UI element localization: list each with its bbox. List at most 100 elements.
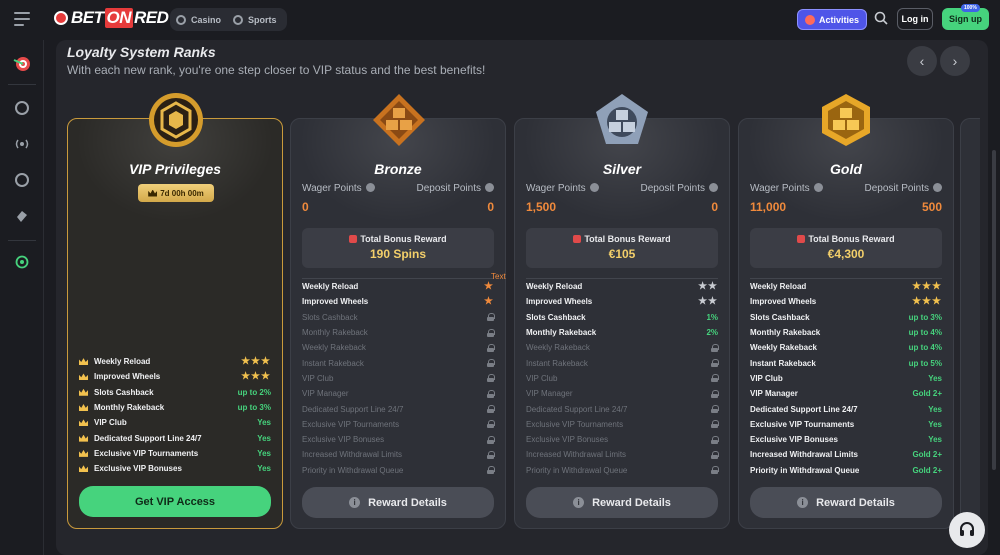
feature-row: Instant Rakeback (302, 355, 495, 370)
feature-name: Monthly Rakeback (526, 328, 597, 338)
search-icon[interactable] (874, 11, 888, 25)
feature-row: VIP Manager (302, 386, 495, 401)
rank-name: Silver (602, 161, 642, 177)
sidebar-promo-icon[interactable] (12, 252, 32, 272)
rank-card-gold: Gold Wager Points Deposit Points 11,000 500 T… (738, 118, 954, 529)
rank-name: Gold (830, 161, 862, 177)
sidebar-activities-icon[interactable] (12, 54, 32, 74)
feature-name: Exclusive VIP Bonuses (302, 435, 385, 445)
info-icon: i (797, 497, 809, 508)
logo-text-red: RED (134, 8, 169, 27)
feature-name: Monthly Rakeback (79, 403, 164, 412)
deposit-points-value: 0 (711, 200, 718, 214)
feature-row: Exclusive VIP Bonuses Yes (750, 432, 942, 447)
total-bonus-title: Total Bonus Reward (750, 234, 942, 244)
login-button[interactable]: Log in (897, 8, 933, 30)
feature-value: Yes (928, 419, 942, 429)
vip-timer-badge: 7d 00h 00m (138, 184, 214, 202)
deposit-points-value: 500 (921, 200, 942, 214)
wager-points-text: Wager Points (750, 183, 810, 194)
feature-list: Weekly Reload ★★ Improved Wheels ★★ Slots Ca… (526, 279, 719, 478)
feature-name-text: Weekly Reload (94, 357, 151, 367)
feature-name: Improved Wheels (79, 372, 160, 381)
star-rating: ★★★ (241, 356, 271, 368)
crown-icon (148, 189, 158, 197)
feature-name: Slots Cashback (750, 312, 810, 322)
reward-details-button[interactable]: i Reward Details (302, 487, 494, 518)
text-tag: Text (491, 272, 506, 281)
lock-icon (487, 466, 495, 475)
lock-icon (711, 420, 719, 429)
total-bonus-title: Total Bonus Reward (302, 234, 494, 244)
wager-points-text: Wager Points (526, 183, 586, 194)
headset-icon (960, 522, 974, 536)
info-icon[interactable] (709, 183, 718, 192)
feature-value: up to 4% (908, 328, 942, 338)
scrollbar[interactable] (992, 150, 996, 470)
sidebar-casino-icon[interactable] (12, 98, 32, 118)
feature-name-text: Dedicated Support Line 24/7 (94, 433, 202, 443)
rank-name: Bronze (374, 161, 422, 177)
feature-row: Weekly Rakeback (302, 340, 495, 355)
feature-row: Slots Cashback 1% (526, 310, 718, 325)
info-icon[interactable] (933, 183, 942, 192)
feature-name: Exclusive VIP Bonuses (79, 464, 182, 473)
nav-casino[interactable]: Casino (176, 14, 221, 25)
support-chat-button[interactable] (949, 512, 985, 548)
info-icon[interactable] (485, 183, 494, 192)
sidebar-live-icon[interactable] (12, 134, 32, 154)
sidebar-divider (8, 240, 36, 241)
rank-card-silver: Silver Wager Points Deposit Points 1,500 0 To… (514, 118, 730, 529)
nav-sports[interactable]: Sports (233, 14, 277, 25)
total-bonus-value: 190 Spins (369, 247, 427, 261)
info-icon[interactable] (813, 183, 823, 192)
deposit-points-value: 0 (487, 200, 494, 214)
feature-value: up to 5% (908, 358, 942, 368)
feature-name: Weekly Reload (79, 357, 150, 366)
feature-row: Improved Wheels ★★★ (750, 294, 942, 309)
silver-emblem-icon (596, 94, 648, 144)
feature-name: VIP Club (302, 373, 334, 383)
total-bonus-value: €4,300 (827, 247, 865, 261)
feature-name: Weekly Reload (302, 282, 359, 292)
feature-name: Monthly Rakeback (302, 328, 368, 338)
reward-details-button[interactable]: i Reward Details (750, 487, 942, 518)
rank-card-next-partial (960, 118, 980, 529)
star-rating: ★★ (698, 281, 718, 293)
feature-name-text: Improved Wheels (94, 372, 161, 382)
nav-sports-label: Sports (248, 14, 277, 25)
sports-icon (233, 14, 244, 25)
reward-details-button[interactable]: i Reward Details (526, 487, 718, 518)
lock-icon (711, 466, 719, 475)
feature-value: up to 2% (237, 387, 271, 397)
sidebar-esports-icon[interactable] (12, 206, 32, 226)
prev-arrow-button[interactable]: ‹ (907, 46, 937, 76)
feature-row: VIP Club (302, 371, 495, 386)
info-icon[interactable] (589, 183, 599, 192)
menu-icon[interactable] (14, 12, 30, 26)
feature-row: Improved Wheels ★ (302, 294, 494, 309)
total-bonus-label: Total Bonus Reward (360, 234, 447, 244)
feature-name: Dedicated Support Line 24/7 (302, 404, 404, 414)
feature-name: Improved Wheels (302, 297, 369, 307)
sidebar-sports-icon[interactable] (12, 170, 32, 190)
feature-name: Exclusive VIP Tournaments (750, 419, 855, 429)
total-bonus-title: Total Bonus Reward (526, 234, 718, 244)
feature-value: Yes (928, 404, 942, 414)
next-arrow-button[interactable]: › (940, 46, 970, 76)
feature-name: Instant Rakeback (302, 358, 364, 368)
feature-name: Increased Withdrawal Limits (750, 450, 858, 460)
feature-value: up to 3% (237, 403, 271, 413)
activities-button[interactable]: Activities (797, 9, 867, 30)
info-icon[interactable] (365, 183, 375, 192)
brand-logo[interactable]: BET ON RED (54, 8, 169, 28)
crown-icon (79, 404, 88, 412)
wager-points-value: 11,000 (750, 200, 787, 214)
feature-name: VIP Manager (526, 389, 573, 399)
points-labels: Wager Points Deposit Points (302, 183, 494, 194)
feature-name: Increased Withdrawal Limits (302, 450, 403, 460)
feature-list: Weekly Reload ★★★ Improved Wheels ★★★ Slots … (750, 279, 942, 478)
feature-name: Weekly Reload (750, 282, 807, 292)
get-vip-access-button[interactable]: Get VIP Access (79, 486, 271, 517)
points-values: 11,000 500 (750, 200, 942, 214)
